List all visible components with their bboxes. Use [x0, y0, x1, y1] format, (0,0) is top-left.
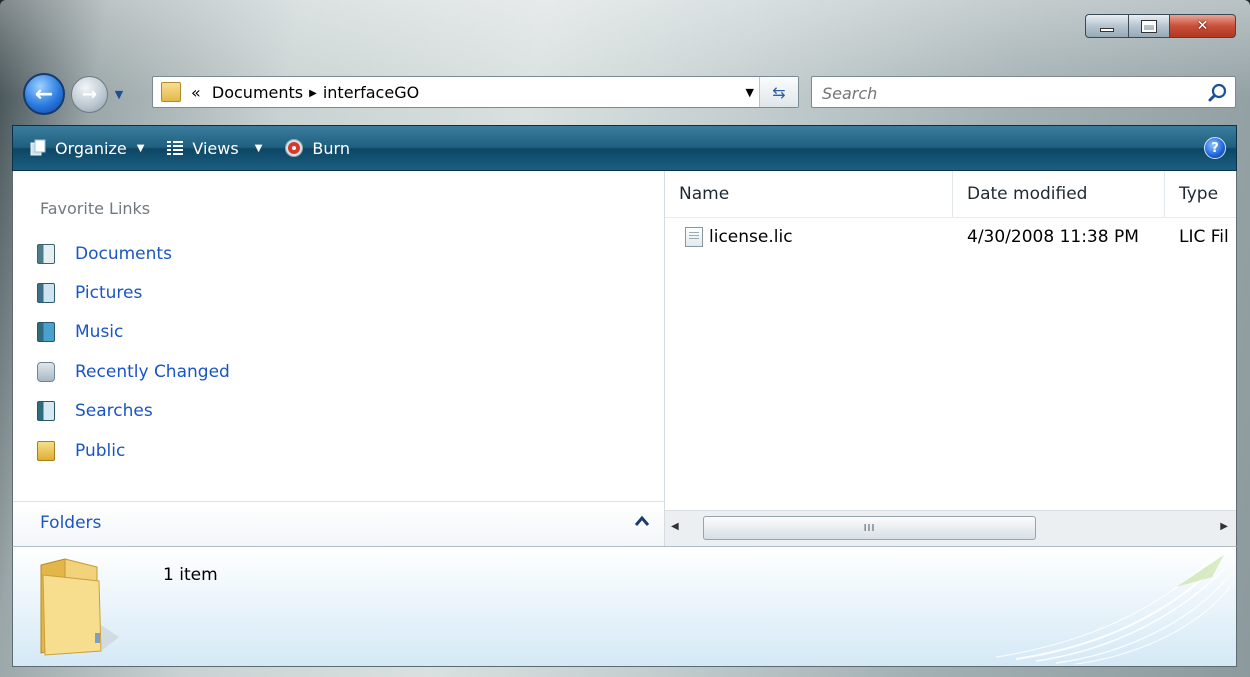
navigation-pane: Favorite Links Documents Pictures Music …: [13, 171, 665, 546]
public-folder-icon: [37, 441, 55, 461]
command-bar: Organize ▼ Views ▼ Burn ?: [12, 125, 1237, 171]
forward-button[interactable]: →: [71, 76, 108, 113]
organize-button[interactable]: Organize ▼: [23, 133, 150, 163]
maximize-icon: [1142, 20, 1156, 32]
horizontal-scrollbar[interactable]: ◀ III ▶: [665, 510, 1236, 546]
favorite-link-documents[interactable]: Documents: [37, 241, 172, 267]
close-icon: ✕: [1196, 18, 1209, 34]
file-list: Name Date modified Type license.lic 4/30…: [665, 171, 1236, 546]
folder-icon: [40, 558, 119, 656]
caption-buttons: ✕: [1085, 14, 1236, 38]
back-arrow-icon: ←: [34, 81, 54, 107]
favorite-link-public[interactable]: Public: [37, 438, 125, 464]
search-icon[interactable]: [1207, 82, 1229, 104]
favorite-link-recently-changed[interactable]: Recently Changed: [37, 359, 230, 385]
recent-pages-button[interactable]: ▼: [112, 85, 126, 103]
minimize-icon: [1100, 28, 1114, 32]
help-icon[interactable]: ?: [1204, 137, 1226, 159]
documents-icon: [37, 244, 55, 264]
favorite-link-label: Pictures: [75, 283, 143, 303]
breadcrumb-separator-icon[interactable]: ▶: [309, 88, 317, 99]
organize-dropdown-icon: ▼: [136, 142, 145, 154]
chevron-down-icon: ▼: [114, 87, 124, 101]
item-count: 1 item: [163, 565, 218, 585]
views-button[interactable]: Views ▼: [160, 133, 268, 163]
file-name: license.lic: [709, 227, 793, 247]
search-input[interactable]: [820, 82, 1184, 104]
organize-icon: [30, 139, 46, 156]
refresh-button[interactable]: ⇆: [759, 77, 798, 107]
views-dropdown-icon: ▼: [254, 142, 263, 154]
address-dropdown-icon[interactable]: ▼: [746, 86, 754, 99]
refresh-icon: ⇆: [772, 82, 786, 102]
column-header-type[interactable]: Type: [1165, 171, 1236, 217]
organize-label: Organize: [55, 138, 127, 158]
explorer-window: ✕ ← → ▼ « Documents ▶ interfaceGO ▼ ⇆ Orga…: [0, 0, 1250, 677]
back-button[interactable]: ←: [23, 73, 65, 115]
scrollbar-thumb[interactable]: III: [703, 516, 1036, 540]
minimize-button[interactable]: [1085, 14, 1129, 38]
file-type-cell: LIC Fil: [1179, 227, 1229, 247]
table-row[interactable]: license.lic 4/30/2008 11:38 PM LIC Fil: [665, 223, 1236, 251]
favorite-link-label: Music: [75, 322, 124, 342]
favorite-link-label: Documents: [75, 244, 172, 264]
scroll-right-arrow-icon[interactable]: ▶: [1220, 521, 1228, 532]
favorite-link-label: Public: [75, 441, 126, 461]
favorite-link-searches[interactable]: Searches: [37, 398, 153, 424]
burn-label: Burn: [312, 138, 350, 158]
folders-label: Folders: [40, 513, 102, 533]
favorite-link-pictures[interactable]: Pictures: [37, 280, 142, 306]
header-divider: [665, 217, 1236, 218]
pictures-icon: [37, 283, 55, 303]
breadcrumb-interfacego[interactable]: interfaceGO: [323, 83, 419, 102]
search-box: [811, 76, 1236, 108]
file-icon: [685, 227, 703, 247]
chevron-up-icon: [634, 515, 650, 526]
maximize-button[interactable]: [1129, 14, 1170, 38]
file-date-cell: 4/30/2008 11:38 PM: [967, 227, 1139, 247]
music-icon: [37, 322, 55, 342]
favorite-link-music[interactable]: Music: [37, 319, 123, 345]
favorite-links-title: Favorite Links: [40, 199, 151, 218]
searches-icon: [37, 401, 55, 421]
breadcrumb: « Documents ▶ interfaceGO: [191, 83, 419, 102]
breadcrumb-documents[interactable]: Documents: [212, 83, 303, 102]
scroll-left-arrow-icon[interactable]: ◀: [671, 521, 679, 532]
details-pane: 1 item: [12, 546, 1237, 667]
breadcrumb-overflow[interactable]: «: [191, 83, 201, 102]
close-button[interactable]: ✕: [1170, 14, 1236, 38]
content-area: Favorite Links Documents Pictures Music …: [12, 171, 1237, 546]
burn-button[interactable]: Burn: [278, 133, 356, 163]
folders-toggle[interactable]: Folders: [13, 501, 664, 546]
decorative-swoosh: [995, 554, 1231, 665]
views-label: Views: [192, 138, 239, 158]
folder-icon: [161, 82, 181, 102]
forward-arrow-icon: →: [81, 84, 98, 105]
favorite-link-label: Searches: [75, 401, 153, 421]
column-header-date-modified[interactable]: Date modified: [953, 171, 1165, 217]
address-bar[interactable]: « Documents ▶ interfaceGO ▼ ⇆: [152, 76, 799, 108]
burn-disc-icon: [285, 139, 304, 157]
favorite-link-label: Recently Changed: [75, 362, 230, 382]
file-name-cell: license.lic: [685, 223, 953, 251]
column-header-name[interactable]: Name: [665, 171, 953, 217]
views-icon: [167, 141, 184, 155]
recently-changed-icon: [37, 362, 55, 382]
